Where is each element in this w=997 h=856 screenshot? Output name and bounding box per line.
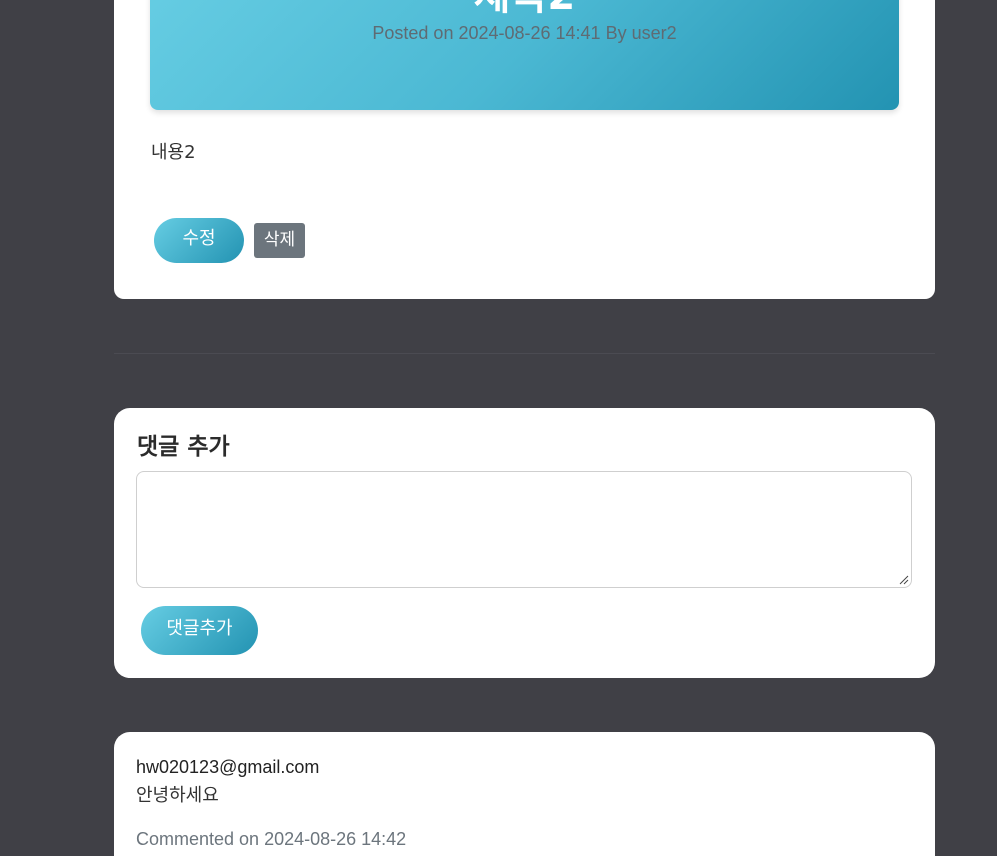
edit-button[interactable]: 수정 — [154, 218, 244, 263]
post-title: 제목2 — [150, 0, 899, 16]
add-comment-button[interactable]: 댓글추가 — [141, 606, 258, 655]
post-meta: Posted on 2024-08-26 14:41 By user2 — [372, 23, 677, 43]
comment-date: Commented on 2024-08-26 14:42 — [136, 829, 407, 849]
resize-handle-icon[interactable] — [899, 575, 909, 585]
comment-textarea[interactable] — [136, 471, 912, 588]
comment-form-title: 댓글 추가 — [137, 434, 230, 460]
delete-button[interactable]: 삭제 — [254, 223, 305, 258]
page: 제목2 Posted on 2024-08-26 14:41 By user2 … — [0, 0, 997, 856]
section-divider — [114, 353, 935, 354]
comment-form-card: 댓글 추가 댓글추가 — [114, 408, 935, 678]
post-content: 내용2 — [151, 142, 196, 163]
comment-card: hw020123@gmail.com 안녕하세요 Commented on 20… — [114, 732, 935, 856]
comment-body: 안녕하세요 — [136, 785, 219, 806]
post-header-banner: 제목2 Posted on 2024-08-26 14:41 By user2 — [150, 0, 899, 110]
post-card: 제목2 Posted on 2024-08-26 14:41 By user2 … — [114, 0, 935, 299]
comment-author: hw020123@gmail.com — [136, 757, 320, 777]
